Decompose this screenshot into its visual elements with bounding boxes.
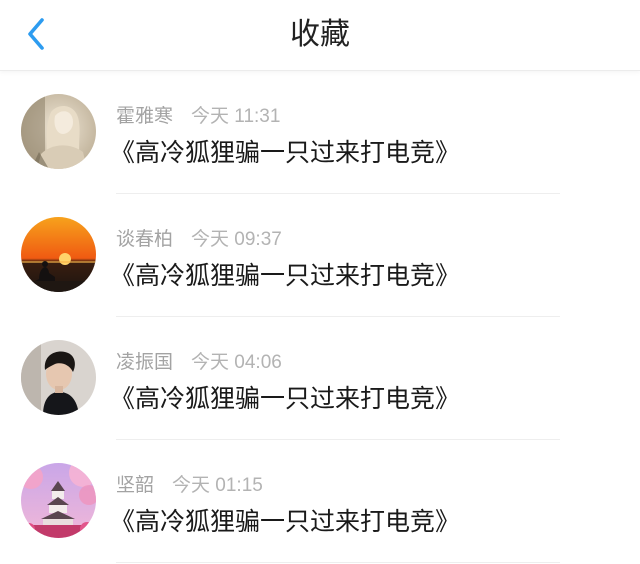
sender-name: 坚韶: [116, 473, 155, 496]
favorites-list: 霍雅寒 今天 11:31 《高冷狐狸骗一只过来打电竞》 谈春柏 今天 09:37…: [0, 71, 640, 563]
avatar[interactable]: [21, 217, 96, 292]
favorite-meta: 谈春柏 今天 09:37: [116, 224, 282, 250]
sender-name: 谈春柏: [116, 227, 174, 250]
favorite-meta: 霍雅寒 今天 11:31: [116, 101, 280, 127]
favorite-meta: 坚韶 今天 01:15: [116, 470, 263, 496]
favorite-content: 《高冷狐狸骗一只过来打电竞》: [110, 507, 461, 536]
timestamp: 今天 01:15: [172, 474, 263, 496]
favorite-content: 《高冷狐狸骗一只过来打电竞》: [110, 384, 461, 413]
avatar[interactable]: [21, 463, 96, 538]
top-navigation-bar: 收藏: [0, 0, 640, 71]
timestamp: 今天 04:06: [191, 351, 282, 373]
avatar[interactable]: [21, 340, 96, 415]
favorite-meta: 凌振国 今天 04:06: [116, 347, 282, 373]
favorite-item[interactable]: 霍雅寒 今天 11:31 《高冷狐狸骗一只过来打电竞》: [0, 71, 640, 194]
sender-name: 霍雅寒: [116, 104, 174, 127]
favorite-item[interactable]: 谈春柏 今天 09:37 《高冷狐狸骗一只过来打电竞》: [0, 194, 640, 317]
favorite-item[interactable]: 坚韶 今天 01:15 《高冷狐狸骗一只过来打电竞》: [0, 440, 640, 563]
avatar[interactable]: [21, 94, 96, 169]
timestamp: 今天 09:37: [191, 228, 282, 250]
favorite-item[interactable]: 凌振国 今天 04:06 《高冷狐狸骗一只过来打电竞》: [0, 317, 640, 440]
favorite-content: 《高冷狐狸骗一只过来打电竞》: [110, 261, 461, 290]
page-title: 收藏: [290, 17, 350, 52]
timestamp: 今天 11:31: [191, 105, 281, 127]
divider: [116, 562, 560, 563]
sender-name: 凌振国: [116, 350, 174, 373]
favorite-content: 《高冷狐狸骗一只过来打电竞》: [110, 138, 461, 167]
